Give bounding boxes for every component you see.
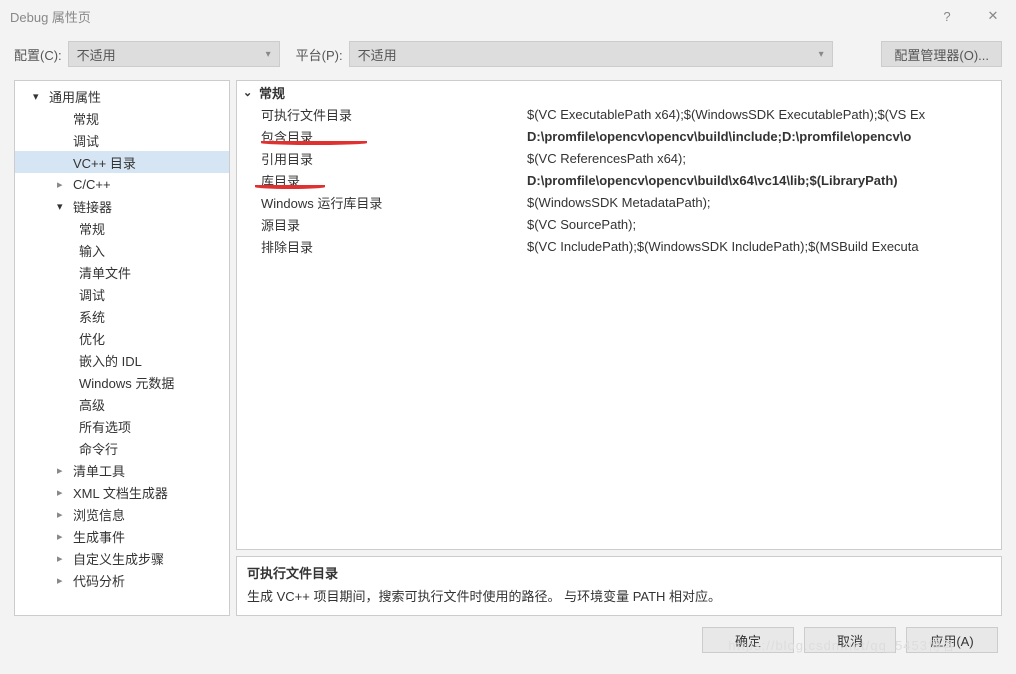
chevron-down-icon: ⌄ [243,86,259,99]
ok-button[interactable]: 确定 [702,627,794,653]
grid-row-label: 可执行文件目录 [237,105,527,124]
grid-row-value[interactable]: D:\promfile\opencv\opencv\build\x64\vc14… [527,173,1001,188]
property-grid[interactable]: ⌄ 常规 可执行文件目录$(VC ExecutablePath x64);$(W… [236,80,1002,550]
tree-item[interactable]: C/C++ [15,173,229,195]
tree-arrow-icon [57,574,71,587]
tree-arrow-icon [57,464,71,477]
grid-row[interactable]: Windows 运行库目录$(WindowsSDK MetadataPath); [237,191,1001,213]
grid-row-value[interactable]: $(VC ExecutablePath x64);$(WindowsSDK Ex… [527,107,1001,122]
tree-item[interactable]: 常规 [15,217,229,239]
titlebar: Debug 属性页 ? ✕ [0,0,1016,32]
tree-item[interactable]: 系统 [15,305,229,327]
tree-arrow-icon [57,508,71,521]
platform-label: 平台(P): [296,45,343,64]
grid-section-header[interactable]: ⌄ 常规 [237,81,1001,103]
tree-item[interactable]: Windows 元数据 [15,371,229,393]
tree-arrow-icon [57,486,71,499]
description-text: 生成 VC++ 项目期间，搜索可执行文件时使用的路径。 与环境变量 PATH 相… [247,586,991,605]
grid-row-value[interactable]: $(VC ReferencesPath x64); [527,151,1001,166]
tree-item[interactable]: 所有选项 [15,415,229,437]
tree-item[interactable]: 代码分析 [15,569,229,591]
grid-row-label: 引用目录 [237,149,527,168]
window-title: Debug 属性页 [10,7,91,26]
titlebar-controls: ? ✕ [924,0,1016,32]
tree-item[interactable]: 清单文件 [15,261,229,283]
tree-arrow-icon [57,530,71,543]
chevron-down-icon [33,90,47,103]
tree-arrow-icon [57,200,71,213]
tree-item[interactable]: 优化 [15,327,229,349]
config-label: 配置(C): [14,45,62,64]
grid-row-value[interactable]: $(VC IncludePath);$(WindowsSDK IncludePa… [527,239,1001,254]
tree-item[interactable]: 清单工具 [15,459,229,481]
platform-combo[interactable]: 不适用 ▾ [349,41,833,67]
config-manager-button[interactable]: 配置管理器(O)... [881,41,1002,67]
tree-root[interactable]: 通用属性 [15,85,229,107]
platform-value: 不适用 [358,45,397,64]
toolbar: 配置(C): 不适用 ▾ 平台(P): 不适用 ▾ 配置管理器(O)... [0,32,1016,76]
grid-row-value[interactable]: $(WindowsSDK MetadataPath); [527,195,1001,210]
tree-item[interactable]: 链接器 [15,195,229,217]
dialog-buttons: 确定 取消 应用(A) [0,616,1016,664]
tree-item[interactable]: VC++ 目录 [15,151,229,173]
grid-row-label: 源目录 [237,215,527,234]
chevron-down-icon: ▾ [819,49,824,60]
apply-button[interactable]: 应用(A) [906,627,998,653]
tree-item[interactable]: 调试 [15,129,229,151]
tree-item[interactable]: 嵌入的 IDL [15,349,229,371]
grid-row[interactable]: 源目录$(VC SourcePath); [237,213,1001,235]
annotation-underline [255,185,325,189]
grid-row[interactable]: 库目录D:\promfile\opencv\opencv\build\x64\v… [237,169,1001,191]
description-panel: 可执行文件目录 生成 VC++ 项目期间，搜索可执行文件时使用的路径。 与环境变… [236,556,1002,616]
tree-item[interactable]: 浏览信息 [15,503,229,525]
tree-item[interactable]: 高级 [15,393,229,415]
grid-row[interactable]: 引用目录$(VC ReferencesPath x64); [237,147,1001,169]
grid-row[interactable]: 可执行文件目录$(VC ExecutablePath x64);$(Window… [237,103,1001,125]
tree-item[interactable]: 自定义生成步骤 [15,547,229,569]
annotation-underline [261,141,367,145]
tree-item[interactable]: 生成事件 [15,525,229,547]
grid-row[interactable]: 排除目录$(VC IncludePath);$(WindowsSDK Inclu… [237,235,1001,257]
grid-row-label: 排除目录 [237,237,527,256]
chevron-down-icon: ▾ [266,49,271,60]
tree-item[interactable]: 常规 [15,107,229,129]
tree-item[interactable]: 输入 [15,239,229,261]
description-title: 可执行文件目录 [247,563,991,582]
grid-row-value[interactable]: $(VC SourcePath); [527,217,1001,232]
help-icon[interactable]: ? [924,0,970,32]
tree-arrow-icon [57,178,71,191]
tree-arrow-icon [57,552,71,565]
config-combo[interactable]: 不适用 ▾ [68,41,280,67]
config-value: 不适用 [77,45,116,64]
grid-row-value[interactable]: D:\promfile\opencv\opencv\build\include;… [527,129,1001,144]
cancel-button[interactable]: 取消 [804,627,896,653]
close-icon[interactable]: ✕ [970,0,1016,32]
tree-item[interactable]: 命令行 [15,437,229,459]
grid-row-label: Windows 运行库目录 [237,193,527,212]
tree-item[interactable]: XML 文档生成器 [15,481,229,503]
tree-item[interactable]: 调试 [15,283,229,305]
tree-view[interactable]: 通用属性 常规调试VC++ 目录C/C++链接器常规输入清单文件调试系统优化嵌入… [14,80,230,616]
